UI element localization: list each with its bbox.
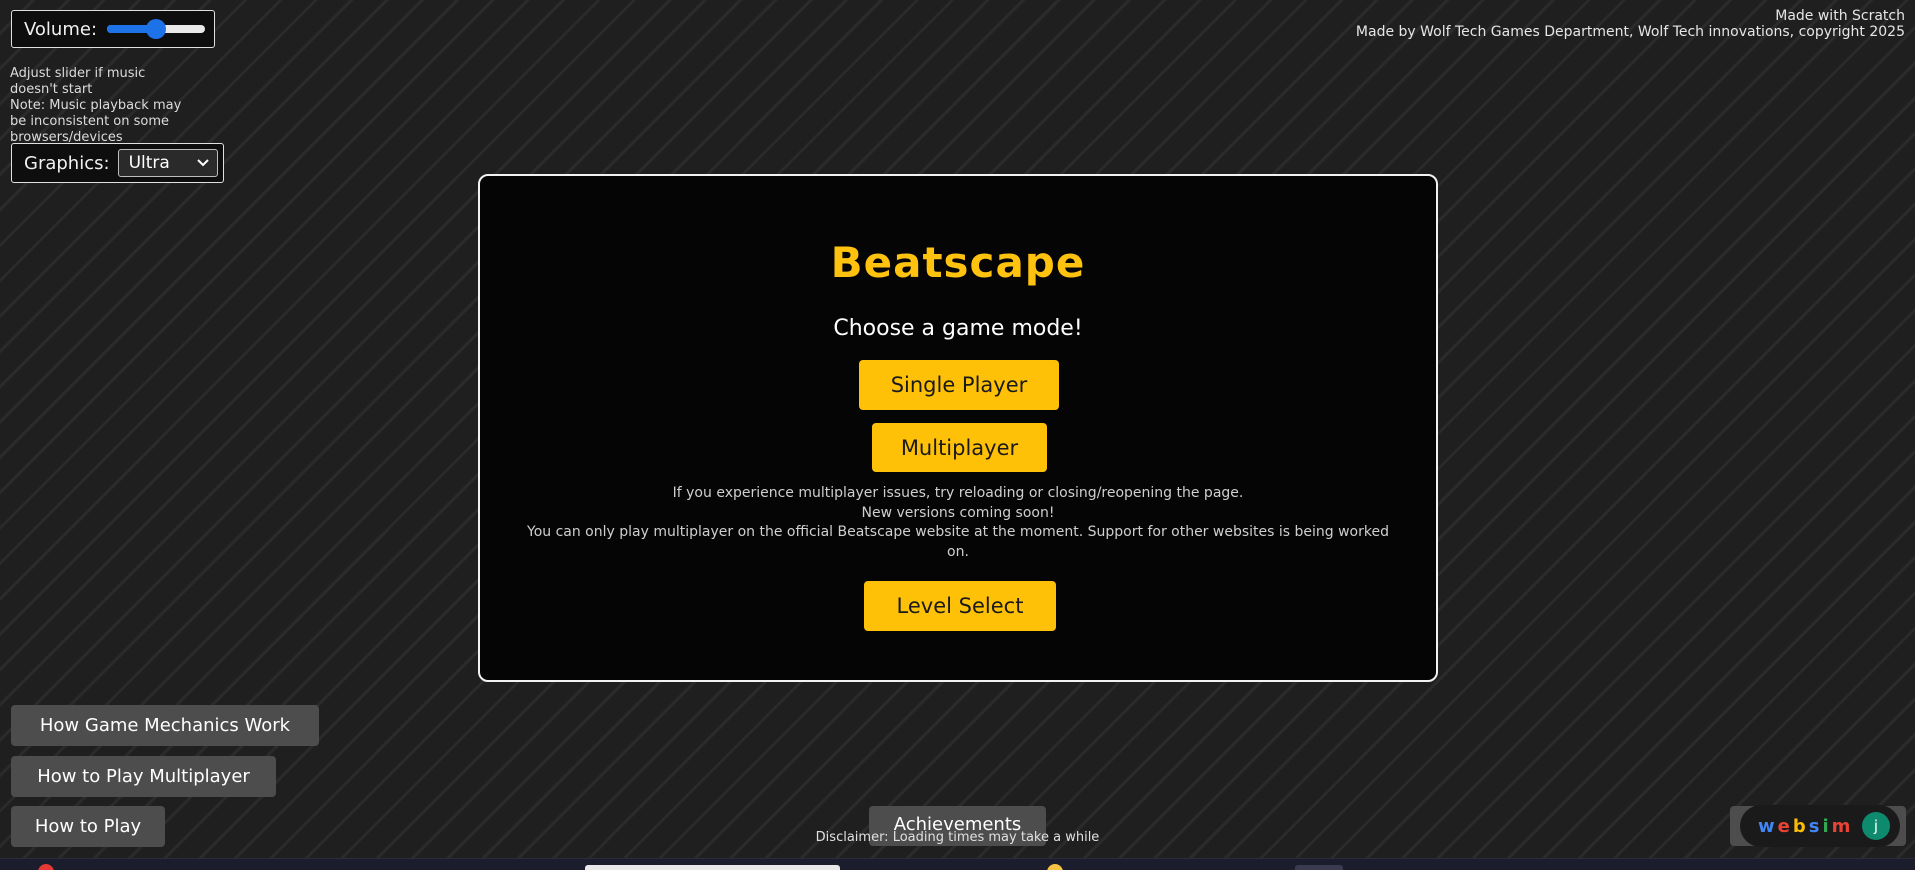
websim-logo-letter: b [1792, 815, 1809, 837]
music-note-text: Adjust slider if music doesn't start Note… [10, 66, 195, 146]
taskbar-app-icon[interactable] [1047, 864, 1063, 870]
websim-logo-letter: m [1831, 815, 1854, 837]
graphics-select[interactable]: Ultra [117, 149, 218, 177]
single-player-button[interactable]: Single Player [859, 360, 1059, 410]
main-menu-panel: Beatscape Choose a game mode! Single Pla… [478, 174, 1438, 682]
multiplayer-info: If you experience multiplayer issues, tr… [520, 484, 1396, 562]
credits: Made with Scratch Made by Wolf Tech Game… [1356, 8, 1905, 40]
game-mechanics-button[interactable]: How Game Mechanics Work [11, 705, 319, 746]
loading-disclaimer: Disclaimer: Loading times may take a whi… [815, 830, 1100, 845]
info-line-versions: New versions coming soon! [861, 504, 1055, 521]
credits-line-author: Made by Wolf Tech Games Department, Wolf… [1355, 24, 1905, 40]
volume-slider-thumb[interactable] [146, 19, 167, 39]
level-select-button[interactable]: Level Select [864, 581, 1056, 631]
websim-logo-letter: s [1808, 815, 1823, 837]
websim-logo-letter: w [1758, 815, 1778, 837]
graphics-control: Graphics: Ultra [11, 143, 224, 183]
multiplayer-button[interactable]: Multiplayer [872, 423, 1047, 472]
taskbar-active-app[interactable] [1295, 865, 1343, 870]
websim-logo: websim [1758, 816, 1853, 837]
music-note-content: Adjust slider if music doesn't start Note… [10, 66, 182, 145]
game-mode-prompt: Choose a game mode! [833, 316, 1083, 341]
graphics-label: Graphics: [24, 152, 110, 174]
info-line-official: You can only play multiplayer on the off… [527, 524, 1389, 560]
volume-slider[interactable] [107, 19, 206, 39]
game-title: Beatscape [830, 238, 1086, 287]
volume-label: Volume: [24, 18, 98, 40]
taskbar [0, 858, 1915, 870]
taskbar-search-bar[interactable] [585, 865, 840, 870]
websim-logo-letter: e [1777, 815, 1793, 837]
websim-badge[interactable]: websim j [1740, 805, 1900, 847]
graphics-selected-value: Ultra [128, 153, 170, 173]
taskbar-app-icon[interactable] [38, 864, 54, 870]
volume-control: Volume: [11, 10, 215, 48]
info-line-issues: If you experience multiplayer issues, tr… [672, 485, 1244, 501]
how-to-play-multiplayer-button[interactable]: How to Play Multiplayer [11, 756, 276, 797]
credits-line-scratch: Made with Scratch [1775, 8, 1905, 24]
websim-logo-letter: i [1822, 815, 1832, 837]
chevron-down-icon [196, 159, 209, 167]
avatar[interactable]: j [1862, 812, 1890, 840]
